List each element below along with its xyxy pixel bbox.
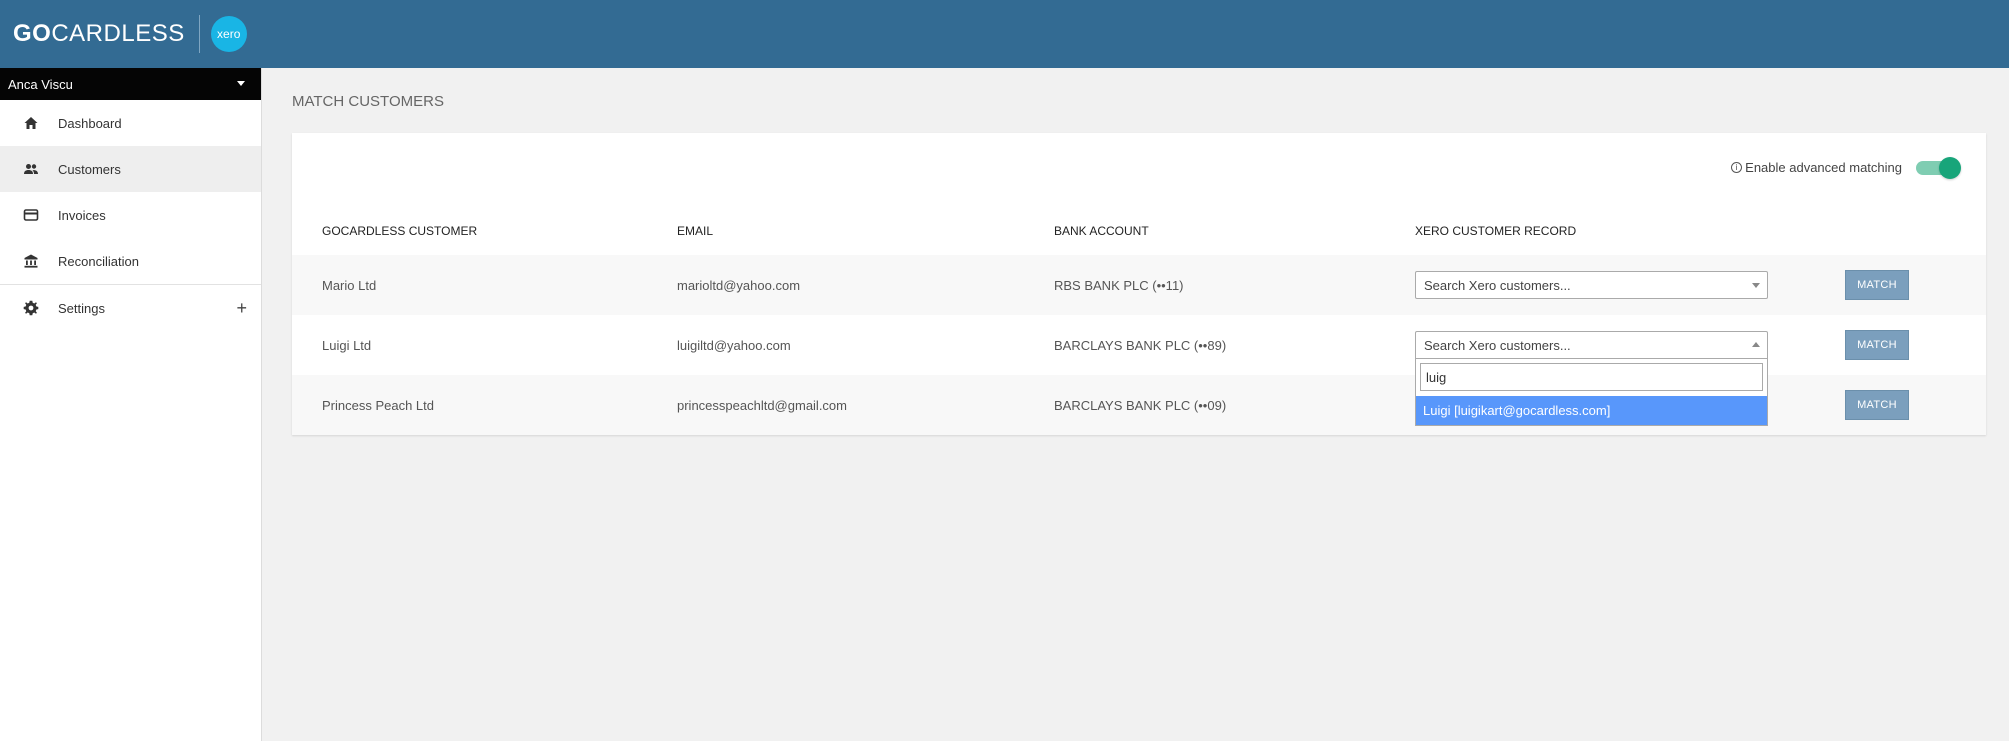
toggle-knob xyxy=(1939,157,1961,179)
column-header-bank: BANK ACCOUNT xyxy=(1054,224,1149,238)
sidebar: Anca Viscu Dashboard Customers Invoices … xyxy=(0,68,262,741)
customer-name: Luigi Ltd xyxy=(322,337,372,353)
page-title: MATCH CUSTOMERS xyxy=(292,93,444,110)
logo-text: GOCARDLESS xyxy=(13,20,185,47)
dropdown-option[interactable]: Luigi [luigikart@gocardless.com] xyxy=(1416,396,1767,425)
sidebar-item-customers[interactable]: Customers xyxy=(0,146,261,192)
account-name: Anca Viscu xyxy=(8,76,73,92)
xero-customer-select[interactable]: Search Xero customers... xyxy=(1415,331,1768,359)
people-icon xyxy=(23,161,39,177)
advanced-matching-label: i Enable advanced matching xyxy=(1731,160,1902,175)
bank-account: BARCLAYS BANK PLC (••89) xyxy=(1054,337,1227,353)
table-row: Mario Ltd marioltd@yahoo.com RBS BANK PL… xyxy=(292,255,1986,315)
expand-plus-icon[interactable]: + xyxy=(236,298,247,319)
sidebar-item-label: Reconciliation xyxy=(58,253,139,269)
dropdown-search-input[interactable]: luig xyxy=(1420,363,1763,391)
gear-icon xyxy=(23,300,39,316)
credit-card-icon xyxy=(23,207,39,223)
match-customers-panel: i Enable advanced matching GOCARDLESS CU… xyxy=(292,133,1986,435)
sidebar-item-settings[interactable]: Settings + xyxy=(0,285,261,331)
match-button[interactable]: MATCH xyxy=(1845,330,1909,360)
xero-customer-select[interactable]: Search Xero customers... xyxy=(1415,271,1768,299)
column-header-email: EMAIL xyxy=(677,224,714,238)
account-switcher[interactable]: Anca Viscu xyxy=(0,68,261,100)
sidebar-item-label: Invoices xyxy=(58,207,106,223)
top-header: GOCARDLESS xero xyxy=(0,0,2009,68)
customer-email: luigiltd@yahoo.com xyxy=(677,337,791,353)
chevron-down-icon xyxy=(1752,283,1760,288)
xero-logo-icon: xero xyxy=(210,16,247,52)
sidebar-item-reconciliation[interactable]: Reconciliation xyxy=(0,238,261,284)
home-icon xyxy=(23,115,39,131)
bank-icon xyxy=(23,253,39,269)
customer-name: Mario Ltd xyxy=(322,277,377,293)
bank-account: BARCLAYS BANK PLC (••09) xyxy=(1054,397,1227,413)
column-header-customer: GOCARDLESS CUSTOMER xyxy=(322,224,478,238)
advanced-matching-toggle[interactable] xyxy=(1916,157,1961,179)
customer-email: princesspeachltd@gmail.com xyxy=(677,397,847,413)
match-button[interactable]: MATCH xyxy=(1845,390,1909,420)
caret-down-icon xyxy=(237,81,245,86)
chevron-up-icon xyxy=(1752,342,1760,347)
select-placeholder: Search Xero customers... xyxy=(1424,337,1571,353)
sidebar-item-invoices[interactable]: Invoices xyxy=(0,192,261,238)
match-button[interactable]: MATCH xyxy=(1845,270,1909,300)
logo-divider xyxy=(198,15,200,53)
customer-name: Princess Peach Ltd xyxy=(322,397,435,413)
advanced-matching-text: Enable advanced matching xyxy=(1745,160,1902,175)
sidebar-item-label: Settings xyxy=(58,300,105,316)
gocardless-logo[interactable]: GOCARDLESS xero xyxy=(13,15,247,53)
info-icon[interactable]: i xyxy=(1731,162,1743,173)
bank-account: RBS BANK PLC (••11) xyxy=(1054,277,1184,293)
sidebar-item-label: Customers xyxy=(58,161,121,177)
customer-email: marioltd@yahoo.com xyxy=(677,277,801,293)
select-placeholder: Search Xero customers... xyxy=(1424,277,1571,293)
sidebar-item-dashboard[interactable]: Dashboard xyxy=(0,100,261,146)
xero-search-dropdown: luig Luigi [luigikart@gocardless.com] xyxy=(1415,359,1768,426)
sidebar-item-label: Dashboard xyxy=(58,115,122,131)
column-header-xero: XERO CUSTOMER RECORD xyxy=(1415,224,1577,238)
